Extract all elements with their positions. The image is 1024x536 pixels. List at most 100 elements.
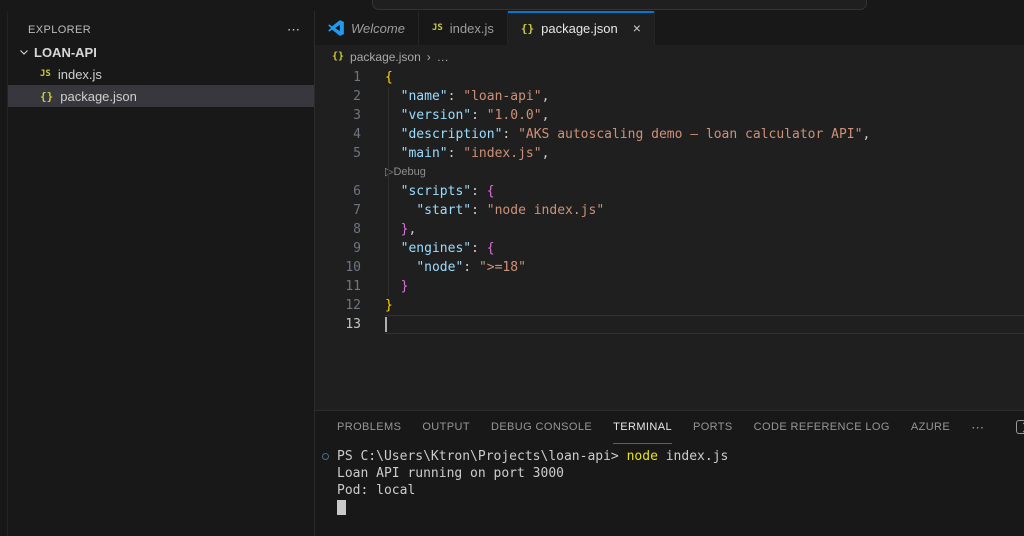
tab-Welcome[interactable]: Welcome	[315, 11, 419, 45]
panel-tab-debug-console[interactable]: DEBUG CONSOLE	[491, 411, 592, 444]
tab-index.js[interactable]: JS index.js	[419, 11, 508, 45]
code-content: "scripts": {	[385, 182, 1024, 201]
code-editor[interactable]: 1{2 "name": "loan-api",3 "version": "1.0…	[315, 68, 1024, 410]
code-line-8[interactable]: 8 },	[315, 220, 1024, 239]
terminal-token: PS C:\Users\Ktron\Projects\loan-api>	[337, 449, 627, 464]
panel-tab-output[interactable]: OUTPUT	[422, 411, 470, 444]
code-line-2[interactable]: 2 "name": "loan-api",	[315, 87, 1024, 106]
editor-tab-bar: WelcomeJSindex.js{}package.json×	[315, 11, 1024, 45]
panel-more-actions-icon[interactable]: ⋯	[971, 411, 984, 444]
code-line-5[interactable]: 5 "main": "index.js",	[315, 144, 1024, 163]
editor-group: Welcome JS index.js {} package.json × {} pack…	[315, 11, 1024, 536]
tab-package.json[interactable]: {}package.json×	[508, 11, 655, 45]
code-token: "main"	[401, 146, 448, 161]
bottom-panel: PROBLEMS OUTPUT DEBUG CONSOLE TERMINAL PORTS…	[315, 410, 1024, 536]
command-decoration-icon[interactable]	[322, 453, 329, 460]
breadcrumb[interactable]: {} package.json › …	[315, 45, 1024, 68]
line-number: 10	[315, 258, 361, 277]
workbench: EXPLORER ⋯ LOAN-API JSindex.js{}package.…	[0, 11, 1024, 536]
code-line-7[interactable]: 7 "start": "node index.js"	[315, 201, 1024, 220]
panel-tab-code-reference-log[interactable]: CODE REFERENCE LOG	[754, 411, 890, 444]
terminal-line-2: Loan API running on port 3000	[337, 465, 1024, 482]
code-content: "start": "node index.js"	[385, 201, 1024, 220]
code-content: "node": ">=18"	[385, 258, 1024, 277]
code-line-6[interactable]: 6 "scripts": {	[315, 182, 1024, 201]
js-file-icon: JS	[432, 23, 443, 33]
code-token: ,	[542, 146, 550, 161]
line-number: 5	[315, 144, 361, 163]
panel-tab-azure[interactable]: AZURE	[911, 411, 950, 444]
code-token: "loan-api"	[463, 89, 541, 104]
code-token	[385, 260, 416, 275]
line-number: 3	[315, 106, 361, 125]
code-line-10[interactable]: 10 "node": ">=18"	[315, 258, 1024, 277]
terminal-output[interactable]: PS C:\Users\Ktron\Projects\loan-api> nod…	[315, 444, 1024, 536]
code-content: }	[385, 277, 1024, 296]
breadcrumb-more[interactable]: …	[437, 50, 449, 64]
tab-label: package.json	[541, 21, 618, 36]
code-token: :	[448, 89, 464, 104]
panel-tab-terminal[interactable]: TERMINAL	[613, 411, 672, 444]
code-token: }	[385, 298, 393, 313]
folder-label: LOAN-API	[34, 45, 97, 60]
file-label: index.js	[58, 67, 102, 82]
code-line-9[interactable]: 9 "engines": {	[315, 239, 1024, 258]
code-line-1[interactable]: 1{	[315, 68, 1024, 87]
tab-label: index.js	[450, 21, 494, 36]
terminal-token: Pod: local	[337, 483, 415, 498]
code-token: {	[385, 70, 393, 85]
code-token: :	[471, 203, 487, 218]
breadcrumb-file[interactable]: package.json	[350, 50, 421, 64]
tab-close-icon[interactable]: ×	[633, 21, 641, 35]
code-line-12[interactable]: 12}	[315, 296, 1024, 315]
code-content: "engines": {	[385, 239, 1024, 258]
codelens-debug-link[interactable]: ▷Debug	[315, 163, 1024, 182]
code-token	[385, 203, 416, 218]
panel-clipped-action-icon[interactable]	[1016, 420, 1024, 434]
code-token: :	[471, 241, 487, 256]
line-number: 9	[315, 239, 361, 258]
code-token: ">=18"	[479, 260, 526, 275]
code-content: "main": "index.js",	[385, 144, 1024, 163]
code-token: ,	[542, 108, 550, 123]
terminal-line-1: PS C:\Users\Ktron\Projects\loan-api> nod…	[337, 448, 1024, 465]
file-row-package.json[interactable]: {}package.json	[8, 85, 314, 107]
code-line-11[interactable]: 11 }	[315, 277, 1024, 296]
line-number: 11	[315, 277, 361, 296]
chevron-down-icon	[18, 46, 30, 58]
terminal-line-4	[337, 499, 1024, 516]
command-center[interactable]	[372, 0, 867, 10]
code-line-3[interactable]: 3 "version": "1.0.0",	[315, 106, 1024, 125]
code-token: :	[471, 108, 487, 123]
terminal-token: node	[627, 449, 658, 464]
json-file-icon: {}	[40, 90, 53, 103]
file-row-index.js[interactable]: JSindex.js	[8, 63, 314, 85]
code-token: :	[471, 184, 487, 199]
code-content	[385, 315, 1024, 334]
terminal-token: Loan API running on port 3000	[337, 466, 564, 481]
code-token: :	[448, 146, 464, 161]
explorer-sidebar: EXPLORER ⋯ LOAN-API JSindex.js{}package.…	[8, 11, 315, 536]
line-number: 6	[315, 182, 361, 201]
folder-row-loan-api[interactable]: LOAN-API	[8, 41, 314, 63]
code-line-4[interactable]: 4 "description": "AKS autoscaling demo —…	[315, 125, 1024, 144]
code-token: ,	[862, 127, 870, 142]
text-cursor	[385, 317, 387, 332]
code-token: ,	[408, 222, 416, 237]
code-token: "version"	[401, 108, 471, 123]
code-line-13[interactable]: 13	[315, 315, 1024, 334]
explorer-title: EXPLORER	[28, 24, 287, 36]
code-content: "name": "loan-api",	[385, 87, 1024, 106]
explorer-more-actions-icon[interactable]: ⋯	[287, 25, 300, 35]
code-content: },	[385, 220, 1024, 239]
code-token: {	[487, 184, 495, 199]
code-token: "node"	[416, 260, 463, 275]
code-token: "start"	[416, 203, 471, 218]
panel-tab-problems[interactable]: PROBLEMS	[337, 411, 401, 444]
line-number: 7	[315, 201, 361, 220]
panel-tab-ports[interactable]: PORTS	[693, 411, 733, 444]
terminal-token: index.js	[658, 449, 728, 464]
line-number: 8	[315, 220, 361, 239]
code-token: "index.js"	[463, 146, 541, 161]
code-token: {	[487, 241, 495, 256]
